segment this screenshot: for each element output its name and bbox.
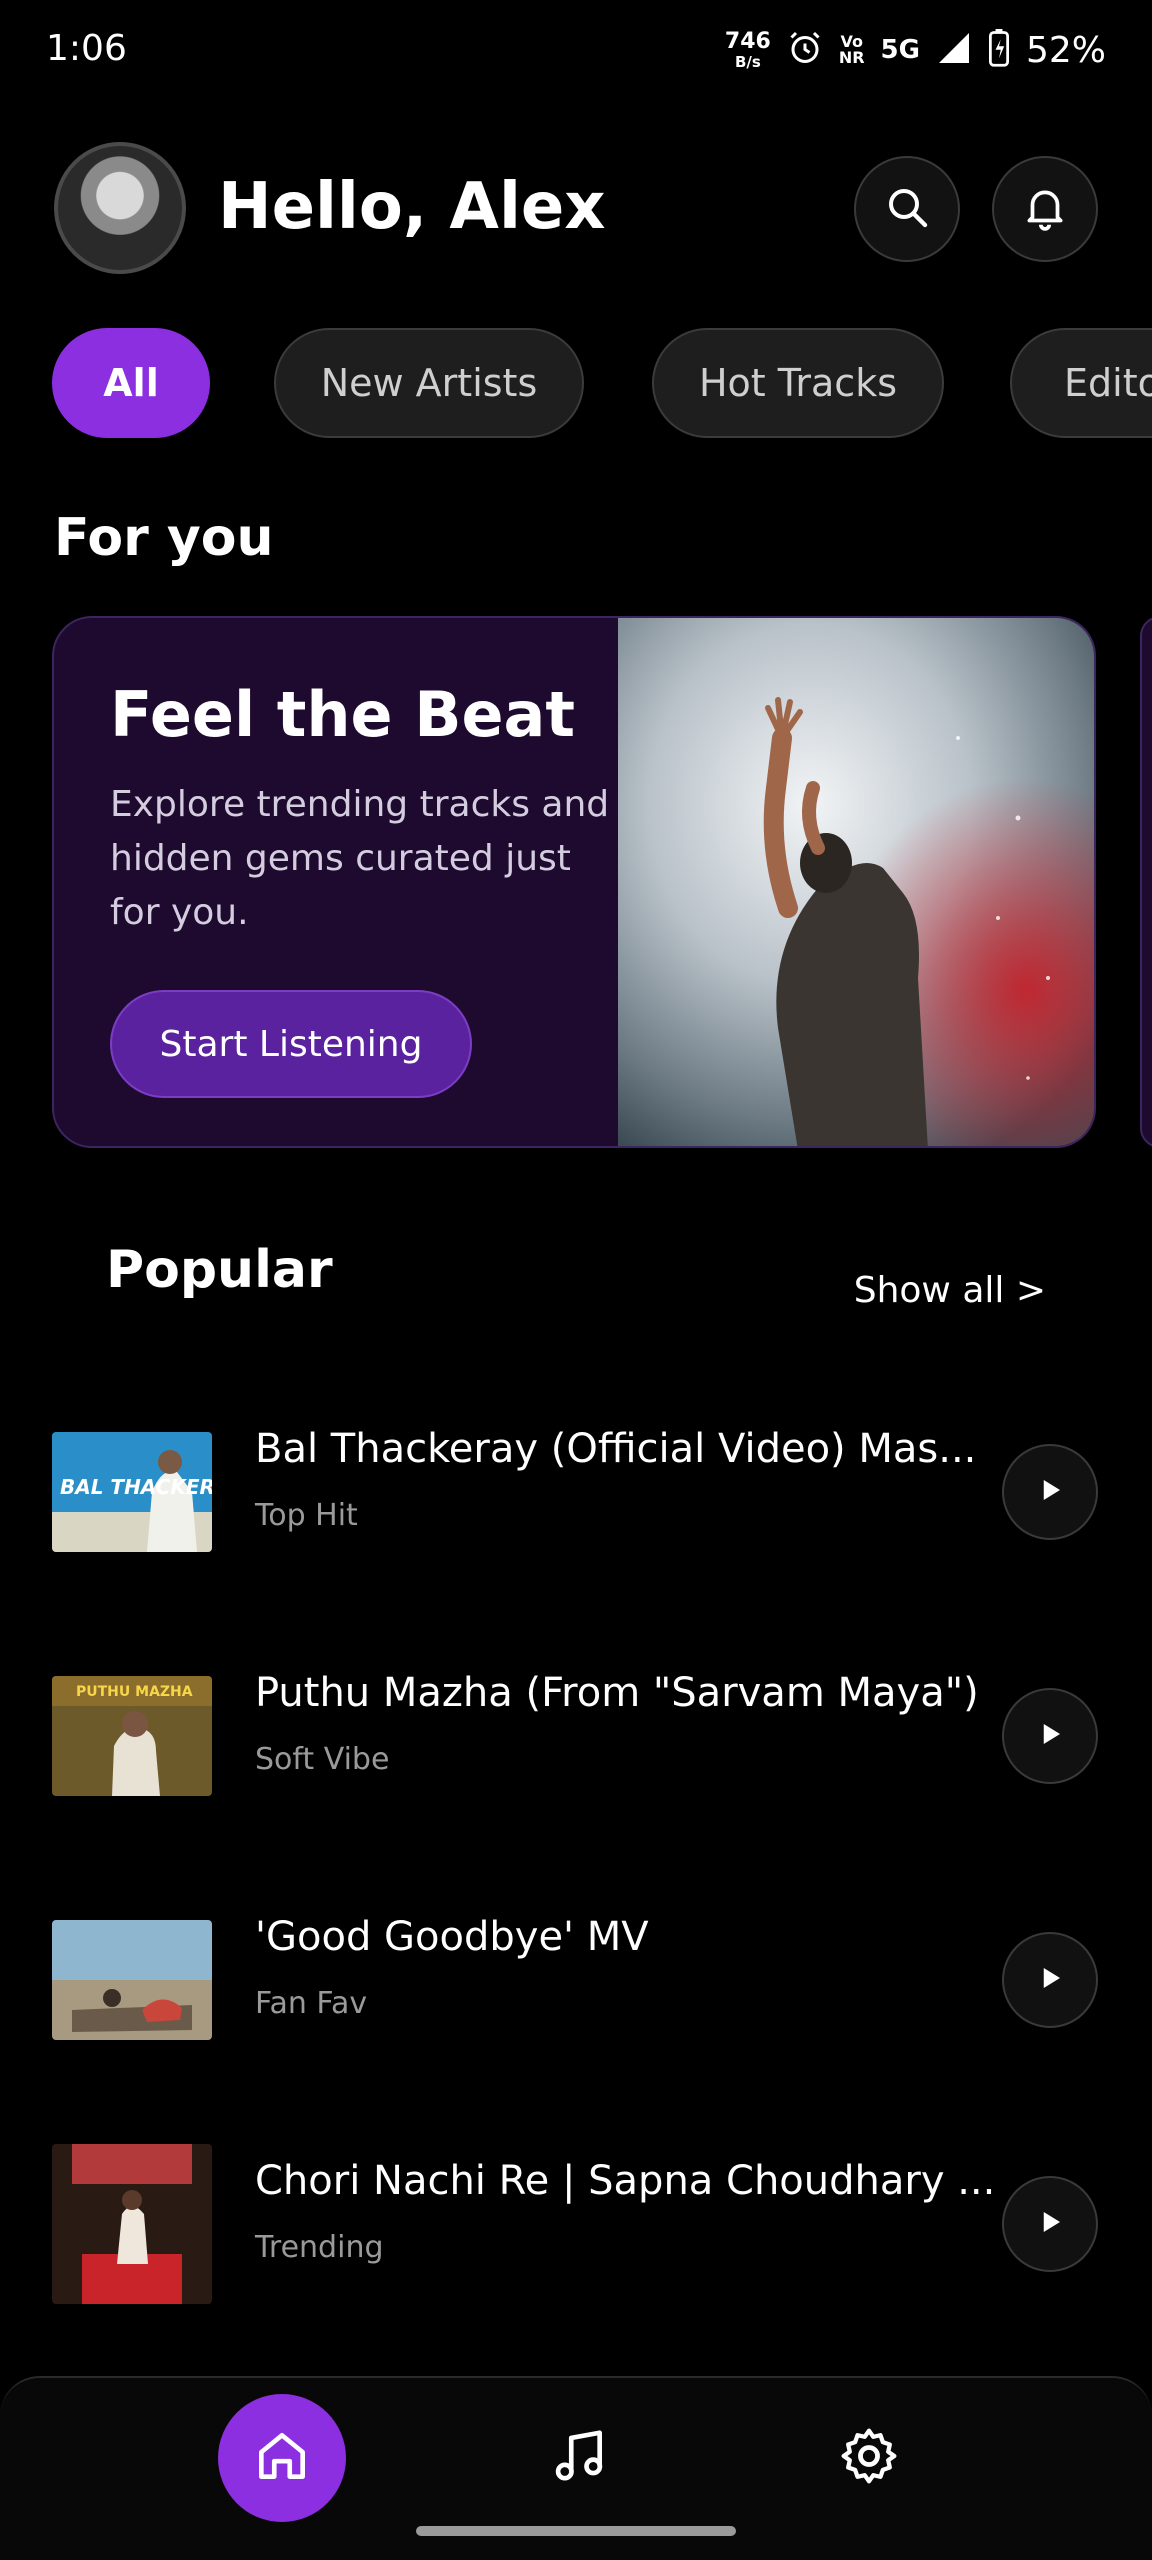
alarm-icon [787, 30, 823, 70]
chip-new-artists[interactable]: New Artists [274, 328, 584, 438]
track-thumbnail [52, 2144, 212, 2304]
track-subtitle: Trending [255, 2230, 384, 2265]
concert-image [618, 618, 1094, 1146]
track-item[interactable]: 'Good Goodbye' MV Fan Fav [52, 1900, 1100, 2060]
battery-percent: 52% [1025, 29, 1106, 71]
nav-music-button[interactable] [515, 2394, 643, 2522]
next-feature-card[interactable] [1140, 616, 1152, 1148]
play-button[interactable] [1002, 1444, 1098, 1540]
home-indicator [416, 2526, 736, 2536]
network-speed-unit: B/s [734, 52, 761, 71]
track-item[interactable]: Chori Nachi Re | Sapna Choudhary ... Tre… [52, 2144, 1100, 2304]
nav-settings-button[interactable] [805, 2394, 933, 2522]
search-button[interactable] [854, 156, 960, 262]
for-you-title: For you [54, 508, 274, 568]
thumb-text: PUTHU MAZHA [76, 1684, 193, 1700]
show-all-link[interactable]: Show all > [854, 1270, 1046, 1311]
track-thumbnail: BAL THACKERAY [52, 1432, 212, 1552]
feature-description: Explore trending tracks and hidden gems … [110, 784, 610, 933]
network-type: 5G [880, 35, 920, 65]
track-item[interactable]: BAL THACKERAY Bal Thackeray (Official Vi… [52, 1412, 1100, 1572]
play-icon [1035, 1475, 1065, 1509]
track-thumbnail: PUTHU MAZHA [52, 1676, 212, 1796]
home-icon [251, 2425, 313, 2491]
play-button[interactable] [1002, 1932, 1098, 2028]
play-button[interactable] [1002, 2176, 1098, 2272]
filter-chips: All New Artists Hot Tracks Editors [52, 328, 1152, 438]
play-button[interactable] [1002, 1688, 1098, 1784]
volte-indicator: Vo NR [838, 32, 865, 67]
signal-icon [936, 30, 972, 70]
track-subtitle: Top Hit [255, 1498, 358, 1533]
bell-icon [1020, 182, 1070, 236]
play-icon [1035, 1963, 1065, 1997]
gear-icon [837, 2424, 901, 2492]
track-title: Bal Thackeray (Official Video) Mas... [255, 1426, 977, 1472]
thumb-text: BAL THACKERAY [60, 1475, 212, 1499]
battery-icon [988, 29, 1010, 71]
track-item[interactable]: PUTHU MAZHA Puthu Mazha (From "Sarvam Ma… [52, 1656, 1100, 1816]
nav-home-button[interactable] [218, 2394, 346, 2522]
network-speed-value: 746 [724, 28, 771, 54]
track-title: Chori Nachi Re | Sapna Choudhary ... [255, 2158, 996, 2204]
start-listening-button[interactable]: Start Listening [110, 990, 472, 1098]
track-title: Puthu Mazha (From "Sarvam Maya") [255, 1670, 979, 1716]
chip-hot-tracks[interactable]: Hot Tracks [652, 328, 944, 438]
network-speed: 746 B/s [724, 28, 771, 71]
track-thumbnail [52, 1920, 212, 2040]
track-subtitle: Fan Fav [255, 1986, 368, 2021]
home-screen: 1:06 746 B/s Vo NR 5G 52% Hello, Alex Al… [0, 0, 1152, 2560]
track-subtitle: Soft Vibe [255, 1742, 390, 1777]
track-title: 'Good Goodbye' MV [255, 1914, 649, 1960]
chip-all[interactable]: All [52, 328, 210, 438]
notifications-button[interactable] [992, 156, 1098, 262]
feature-card[interactable]: Feel the Beat Explore trending tracks an… [52, 616, 1096, 1148]
play-icon [1035, 1719, 1065, 1753]
status-bar: 1:06 746 B/s Vo NR 5G 52% [0, 0, 1152, 100]
play-icon [1035, 2207, 1065, 2241]
bottom-nav [0, 2376, 1152, 2560]
search-icon [883, 183, 931, 235]
music-note-icon [548, 2425, 610, 2491]
feature-title: Feel the Beat [110, 678, 575, 751]
status-time: 1:06 [46, 28, 127, 69]
greeting-title: Hello, Alex [218, 170, 606, 244]
popular-title: Popular [106, 1240, 333, 1300]
chip-editors[interactable]: Editors [1010, 328, 1152, 438]
status-icons: 746 B/s Vo NR 5G 52% [725, 22, 1106, 78]
avatar[interactable] [54, 142, 186, 274]
